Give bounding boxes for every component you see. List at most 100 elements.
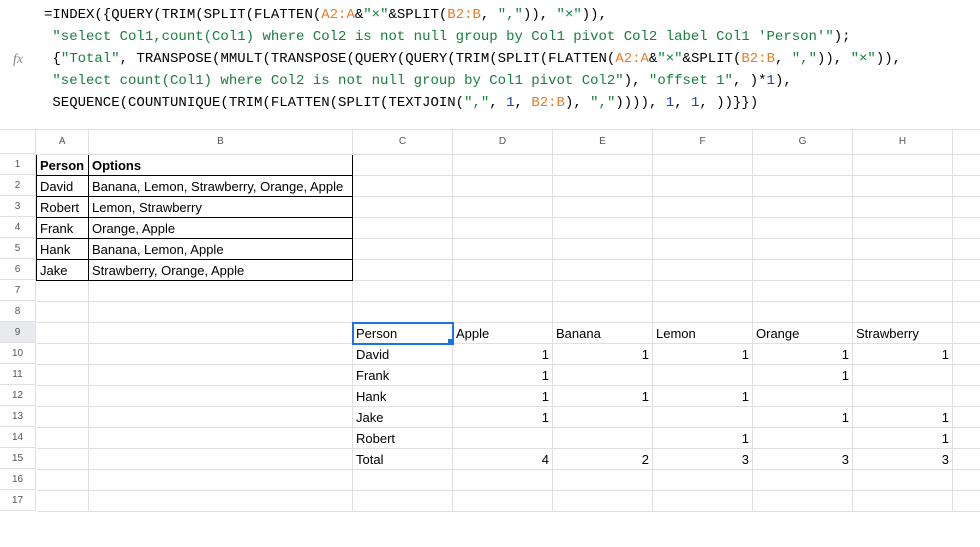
cell-G12[interactable] [753,386,853,407]
cell-F9[interactable]: Lemon [653,323,753,344]
column-header[interactable]: B [89,130,353,155]
cell[interactable] [653,239,753,260]
cell[interactable] [953,449,980,470]
cell[interactable] [37,491,89,512]
formula-input[interactable]: =INDEX({QUERY(TRIM(SPLIT(FLATTEN(A2:A&"×… [36,4,901,114]
cell-C13[interactable]: Jake [353,407,453,428]
cell-F12[interactable]: 1 [653,386,753,407]
cell[interactable] [89,449,353,470]
cell[interactable] [753,470,853,491]
cell-H9[interactable]: Strawberry [853,323,953,344]
column-header[interactable]: D [453,130,553,155]
cell[interactable] [853,155,953,176]
cell-C14[interactable]: Robert [353,428,453,449]
cell[interactable] [853,176,953,197]
cell[interactable] [353,176,453,197]
cell[interactable] [453,302,553,323]
cell-D15[interactable]: 4 [453,449,553,470]
cell[interactable] [653,470,753,491]
cell-H11[interactable] [853,365,953,386]
cell[interactable] [853,260,953,281]
cell-A6[interactable]: Jake [37,260,89,281]
row-header[interactable]: 12 [0,385,36,406]
cell-B6[interactable]: Strawberry, Orange, Apple [89,260,353,281]
cell[interactable] [89,386,353,407]
cell[interactable] [89,365,353,386]
cell-E11[interactable] [553,365,653,386]
cell[interactable] [753,176,853,197]
cell-G14[interactable] [753,428,853,449]
cell-H14[interactable]: 1 [853,428,953,449]
cell-G10[interactable]: 1 [753,344,853,365]
cell[interactable] [653,260,753,281]
cell-H12[interactable] [853,386,953,407]
cell-E9[interactable]: Banana [553,323,653,344]
cell-G9[interactable]: Orange [753,323,853,344]
cell[interactable] [553,218,653,239]
cell[interactable] [953,428,980,449]
cell[interactable] [453,218,553,239]
cell[interactable] [853,302,953,323]
cell-D11[interactable]: 1 [453,365,553,386]
cell-F11[interactable] [653,365,753,386]
cell[interactable] [453,470,553,491]
cell[interactable] [753,260,853,281]
cell-E13[interactable] [553,407,653,428]
column-header[interactable]: H [853,130,953,155]
cell-A1[interactable]: Person [37,155,89,176]
cell[interactable] [853,239,953,260]
cell[interactable] [37,365,89,386]
row-header[interactable]: 11 [0,364,36,385]
cell[interactable] [953,386,980,407]
row-header[interactable]: 16 [0,469,36,490]
cell[interactable] [89,491,353,512]
cell[interactable] [453,260,553,281]
cell[interactable] [453,281,553,302]
cell[interactable] [553,176,653,197]
cell[interactable] [753,155,853,176]
cell[interactable] [353,302,453,323]
cell-A4[interactable]: Frank [37,218,89,239]
cell[interactable] [953,407,980,428]
cell[interactable] [453,155,553,176]
row-header[interactable]: 13 [0,406,36,427]
cell-C9-active[interactable]: Person [353,323,453,344]
cell[interactable] [653,176,753,197]
cell[interactable] [753,491,853,512]
cell[interactable] [37,302,89,323]
cell-G11[interactable]: 1 [753,365,853,386]
cell[interactable] [653,302,753,323]
column-header[interactable]: A [37,130,89,155]
column-header[interactable]: G [753,130,853,155]
row-header[interactable]: 2 [0,175,36,196]
cell[interactable] [353,470,453,491]
cell-H15[interactable]: 3 [853,449,953,470]
cell-B3[interactable]: Lemon, Strawberry [89,197,353,218]
cell[interactable] [653,197,753,218]
row-header[interactable]: 6 [0,259,36,280]
cell[interactable] [653,281,753,302]
column-header[interactable]: E [553,130,653,155]
cell-D14[interactable] [453,428,553,449]
cell[interactable] [353,281,453,302]
cell[interactable] [353,218,453,239]
cell[interactable] [553,491,653,512]
cell[interactable] [37,344,89,365]
cell[interactable] [953,302,980,323]
cell[interactable] [553,155,653,176]
cell[interactable] [89,470,353,491]
cell[interactable] [953,344,980,365]
row-header[interactable]: 5 [0,238,36,259]
cell[interactable] [353,260,453,281]
cell-E15[interactable]: 2 [553,449,653,470]
cell[interactable] [753,302,853,323]
cell[interactable] [653,218,753,239]
cell[interactable] [853,218,953,239]
cell-E10[interactable]: 1 [553,344,653,365]
cell[interactable] [37,428,89,449]
row-header[interactable]: 8 [0,301,36,322]
corner-select-all[interactable] [0,130,36,154]
cell-F10[interactable]: 1 [653,344,753,365]
cell-C12[interactable]: Hank [353,386,453,407]
cell-E12[interactable]: 1 [553,386,653,407]
